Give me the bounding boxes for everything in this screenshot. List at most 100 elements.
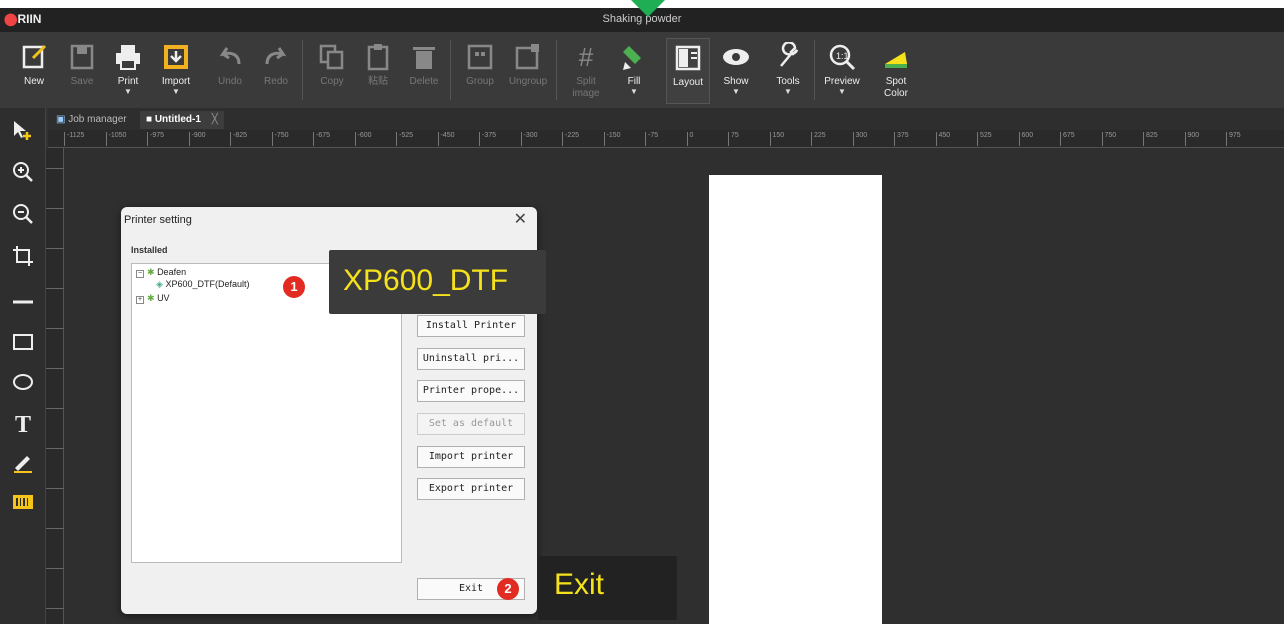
- export-printer-button[interactable]: Export printer: [417, 478, 525, 500]
- barcode-tool[interactable]: [8, 490, 38, 520]
- paint-brush-icon: [619, 42, 649, 72]
- zoom-out-icon: [13, 204, 33, 224]
- ungroup-button[interactable]: Ungroup: [506, 38, 550, 104]
- collapse-icon[interactable]: −: [136, 270, 144, 278]
- ruler-tick: 675: [1060, 132, 1075, 146]
- ruler-tick: 525: [977, 132, 992, 146]
- expand-icon[interactable]: +: [136, 296, 144, 304]
- folder-icon: ✱: [147, 267, 155, 277]
- toolbar-divider: [814, 40, 815, 100]
- ruler-tick: 450: [935, 132, 950, 146]
- ruler-tick: -525: [396, 132, 413, 146]
- line-tool[interactable]: [8, 290, 38, 320]
- pen-tool[interactable]: [8, 450, 38, 480]
- ruler-tick: [46, 248, 64, 249]
- green-marker-icon: [631, 0, 665, 17]
- horizontal-ruler: -1125 -1050 -975 -900 -825 -750 -675 -600 -525 -4…: [48, 130, 1284, 148]
- rectangle-tool[interactable]: [8, 330, 38, 360]
- layout-button[interactable]: Layout: [666, 38, 710, 104]
- ellipse-tool[interactable]: [8, 370, 38, 400]
- tab-untitled[interactable]: ■ Untitled-1 ╳: [140, 111, 224, 129]
- text-icon: T: [14, 412, 31, 438]
- crop-icon: [13, 246, 33, 266]
- printer-properties-button[interactable]: Printer prope...: [417, 380, 525, 402]
- layout-icon: [673, 43, 703, 73]
- chevron-down-icon: ▼: [124, 87, 132, 96]
- import-button[interactable]: Import ▼: [154, 38, 198, 104]
- vertical-ruler: [46, 148, 64, 624]
- rectangle-icon: [13, 334, 33, 350]
- ruler-tick: -75: [645, 132, 658, 146]
- import-icon: [161, 42, 191, 72]
- chevron-down-icon: ▼: [838, 87, 846, 96]
- printer-icon: [113, 42, 143, 72]
- spot-color-icon: [881, 42, 911, 72]
- fill-button[interactable]: Fill ▼: [612, 38, 656, 104]
- ungroup-icon: [513, 42, 543, 72]
- ruler-tick: -225: [562, 132, 579, 146]
- callout-step2: Exit: [538, 556, 677, 620]
- save-icon: [67, 42, 97, 72]
- split-image-button[interactable]: # Split image: [564, 38, 608, 104]
- copy-button[interactable]: Copy: [310, 38, 354, 104]
- redo-button[interactable]: Redo: [254, 38, 298, 104]
- new-doc-icon: [19, 42, 49, 72]
- document-icon: ■: [146, 114, 153, 125]
- ruler-tick: [46, 168, 64, 169]
- ruler-tick: -750: [271, 132, 289, 146]
- spot-color-button[interactable]: Spot Color: [874, 38, 918, 104]
- ruler-tick: 825: [1143, 132, 1158, 146]
- close-icon[interactable]: ✕: [514, 209, 527, 229]
- select-tool[interactable]: [8, 118, 38, 148]
- chevron-down-icon: ▼: [630, 87, 638, 96]
- chevron-down-icon: ▼: [784, 87, 792, 96]
- ruler-tick: 0: [686, 132, 693, 146]
- ruler-tick: 900: [1184, 132, 1199, 146]
- ruler-tick: -1050: [105, 132, 126, 146]
- tree-node-deafen[interactable]: − ✱ Deafen: [136, 267, 186, 278]
- toolbar-divider: [450, 40, 451, 100]
- close-tab-icon[interactable]: ╳: [212, 114, 218, 125]
- new-button[interactable]: New: [12, 38, 56, 104]
- preview-button[interactable]: 1:1 Preview ▼: [820, 38, 864, 104]
- printer-icon: ◈: [156, 279, 163, 289]
- chevron-down-icon: ▼: [732, 87, 740, 96]
- step2-badge: 2: [497, 578, 519, 600]
- ruler-tick: -975: [147, 132, 164, 146]
- callout-step2-text: Exit: [554, 568, 605, 601]
- tree-node-xp600[interactable]: ◈ XP600_DTF(Default): [156, 279, 249, 290]
- crop-tool[interactable]: [8, 244, 38, 274]
- zoom-in-tool[interactable]: [8, 160, 38, 190]
- ruler-tick: [46, 288, 64, 289]
- ruler-tick: 375: [894, 132, 909, 146]
- tree-node-uv[interactable]: + ✱ UV: [136, 293, 170, 304]
- ruler-tick: [46, 208, 64, 209]
- paste-button[interactable]: 粘贴: [356, 38, 400, 104]
- left-toolbox: T: [0, 108, 46, 624]
- save-button[interactable]: Save: [60, 38, 104, 104]
- tools-button[interactable]: Tools ▼: [766, 38, 810, 104]
- ruler-tick: -675: [313, 132, 330, 146]
- delete-button[interactable]: Delete: [402, 38, 446, 104]
- ruler-tick: -1125: [64, 132, 84, 146]
- uninstall-printer-button[interactable]: Uninstall pri...: [417, 348, 525, 370]
- ruler-tick: -150: [603, 132, 621, 146]
- document-tabs: ▣ Job manager ■ Untitled-1 ╳: [48, 108, 1284, 130]
- tab-job-manager[interactable]: ▣ Job manager: [50, 111, 133, 129]
- text-tool[interactable]: T: [8, 410, 38, 440]
- undo-button[interactable]: Undo: [208, 38, 252, 104]
- zoom-out-tool[interactable]: [8, 202, 38, 232]
- ruler-tick: [46, 608, 64, 609]
- show-button[interactable]: Show ▼: [714, 38, 758, 104]
- print-page[interactable]: [709, 175, 882, 624]
- pointer-icon: [14, 121, 31, 140]
- eye-icon: [721, 42, 751, 72]
- group-button[interactable]: Group: [458, 38, 502, 104]
- install-printer-button[interactable]: Install Printer: [417, 315, 525, 337]
- import-printer-button[interactable]: Import printer: [417, 446, 525, 468]
- print-button[interactable]: Print ▼: [106, 38, 150, 104]
- copy-icon: [317, 42, 347, 72]
- grid-hash-icon: #: [578, 42, 594, 72]
- ruler-tick: 750: [1101, 132, 1116, 146]
- set-default-button[interactable]: Set as default: [417, 413, 525, 435]
